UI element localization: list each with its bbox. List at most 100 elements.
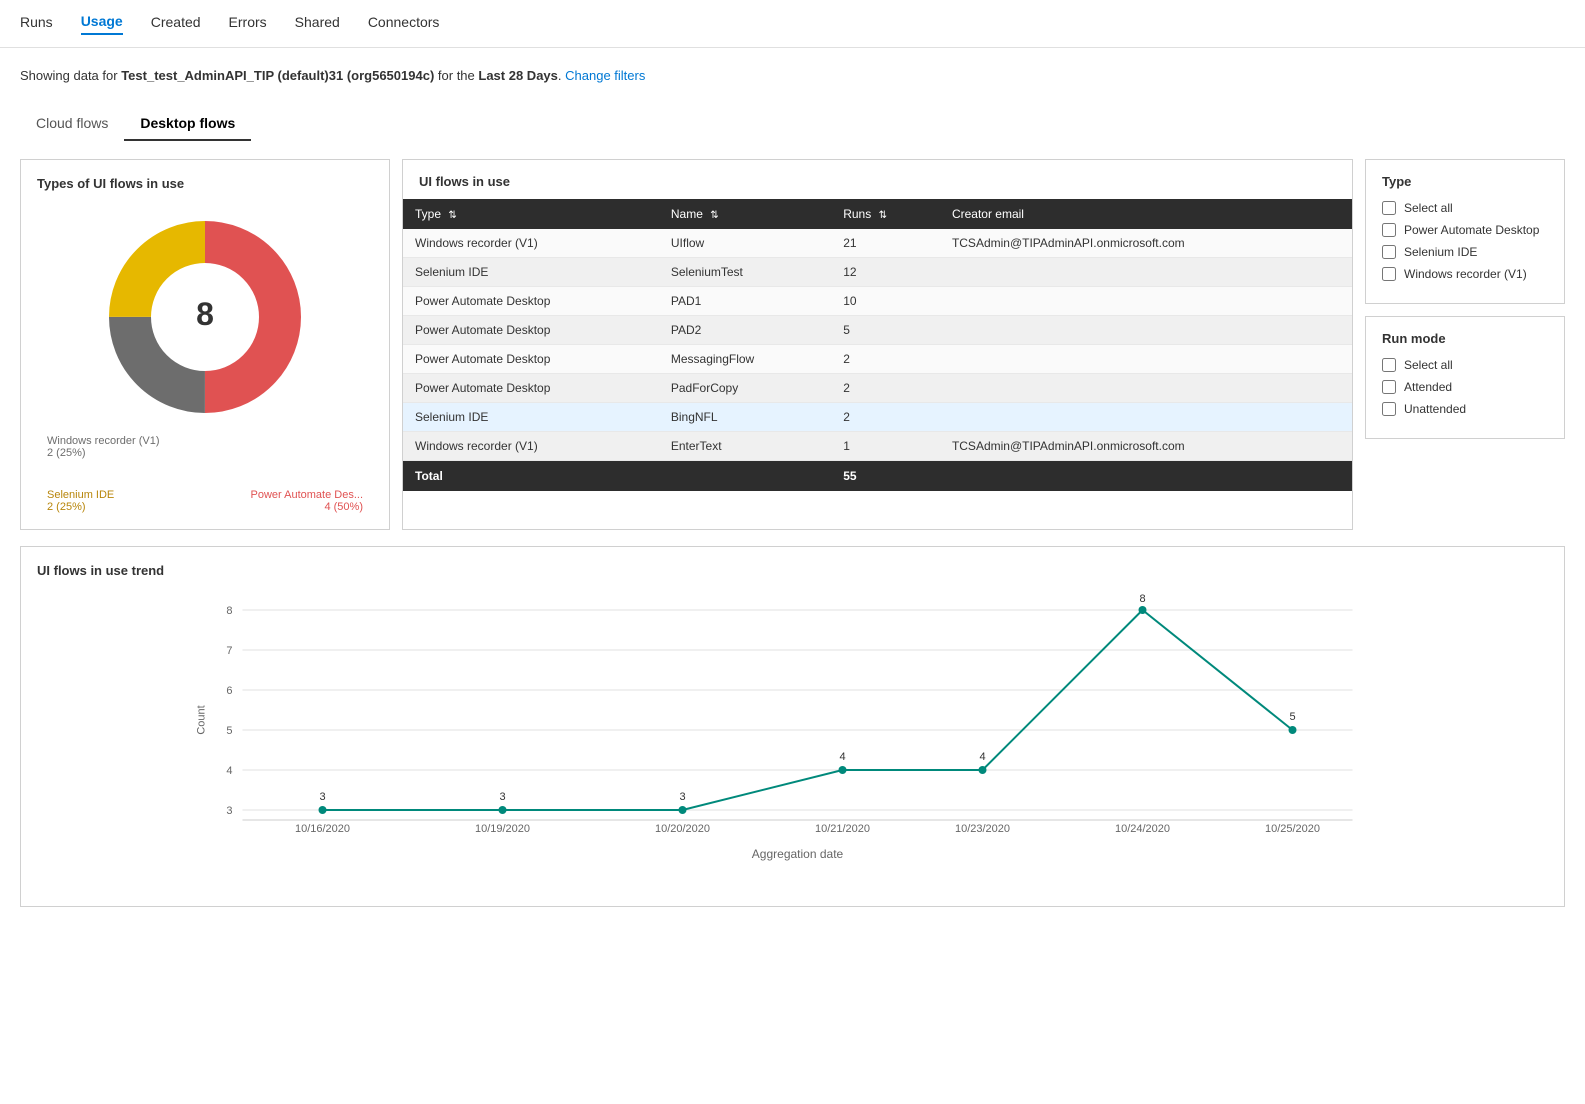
- table-row: Selenium IDESeleniumTest12: [403, 258, 1352, 287]
- nav-item-connectors[interactable]: Connectors: [368, 14, 440, 34]
- total-empty1: [659, 461, 831, 492]
- runmode-filter-panel: Run mode Select all Attended Unattended: [1365, 316, 1565, 439]
- showing-info: Showing data for Test_test_AdminAPI_TIP …: [20, 68, 1565, 83]
- type-filter-checkbox-3[interactable]: [1382, 267, 1396, 281]
- page-content: Showing data for Test_test_AdminAPI_TIP …: [0, 48, 1585, 927]
- cell-email-5: [940, 374, 1352, 403]
- nav-item-runs[interactable]: Runs: [20, 14, 53, 34]
- legend-pad-value: 4 (50%): [324, 501, 363, 513]
- showing-prefix: Showing data for: [20, 68, 118, 83]
- x-label-1023: 10/23/2020: [955, 823, 1010, 835]
- nav-item-shared[interactable]: Shared: [295, 14, 340, 34]
- y-label-5: 5: [226, 725, 232, 737]
- donut-center-value: 8: [196, 296, 214, 332]
- y-label-3: 3: [226, 805, 232, 817]
- total-value: 55: [831, 461, 940, 492]
- trend-chart: 8 7 6 5 4 3 Count: [37, 590, 1548, 880]
- col-name[interactable]: Name ⇅: [659, 199, 831, 229]
- cell-type-0: Windows recorder (V1): [403, 229, 659, 258]
- flow-tab-desktop-flows[interactable]: Desktop flows: [124, 107, 251, 141]
- legend-windows-label: Windows recorder (V1): [47, 435, 159, 447]
- table-panel: UI flows in use Type ⇅ Name ⇅ Runs ⇅ Cre…: [402, 159, 1353, 530]
- x-label-1019: 10/19/2020: [475, 823, 530, 835]
- col-type[interactable]: Type ⇅: [403, 199, 659, 229]
- y-label-4: 4: [226, 765, 232, 777]
- x-axis-label: Aggregation date: [752, 847, 844, 861]
- runmode-filter-item-1[interactable]: Attended: [1382, 380, 1548, 394]
- type-filter-item-1[interactable]: Power Automate Desktop: [1382, 223, 1548, 237]
- runmode-filter-item-0[interactable]: Select all: [1382, 358, 1548, 372]
- donut-panel: Types of UI flows in use 8: [20, 159, 390, 530]
- type-filter-label-3: Windows recorder (V1): [1404, 267, 1527, 281]
- legend-item-pad: Power Automate Des... 4 (50%): [251, 489, 364, 513]
- cell-runs-6: 2: [831, 403, 940, 432]
- change-filters-link[interactable]: Change filters: [565, 68, 645, 83]
- chart-area: 8 7 6 5 4 3 Count: [37, 590, 1548, 890]
- runmode-filter-items: Select all Attended Unattended: [1382, 358, 1548, 416]
- nav-item-created[interactable]: Created: [151, 14, 201, 34]
- flow-tab-cloud-flows[interactable]: Cloud flows: [20, 107, 124, 141]
- cell-email-0: TCSAdmin@TIPAdminAPI.onmicrosoft.com: [940, 229, 1352, 258]
- showing-org: Test_test_AdminAPI_TIP (default)31 (org5…: [121, 68, 434, 83]
- cell-type-4: Power Automate Desktop: [403, 345, 659, 374]
- runmode-filter-checkbox-0[interactable]: [1382, 358, 1396, 372]
- table-row: Power Automate DesktopPAD25: [403, 316, 1352, 345]
- type-filter-checkbox-0[interactable]: [1382, 201, 1396, 215]
- y-axis-label: Count: [196, 705, 208, 734]
- cell-type-2: Power Automate Desktop: [403, 287, 659, 316]
- cell-type-1: Selenium IDE: [403, 258, 659, 287]
- table-row: Windows recorder (V1)EnterText1TCSAdmin@…: [403, 432, 1352, 461]
- val-1025: 5: [1289, 711, 1295, 723]
- point-1025: [1289, 726, 1297, 734]
- nav-item-usage[interactable]: Usage: [81, 13, 123, 35]
- type-filter-item-0[interactable]: Select all: [1382, 201, 1548, 215]
- legend-selenium-label: Selenium IDE: [47, 489, 114, 501]
- showing-middle: for the: [438, 68, 475, 83]
- point-1020: [679, 806, 687, 814]
- cell-name-1: SeleniumTest: [659, 258, 831, 287]
- runmode-filter-item-2[interactable]: Unattended: [1382, 402, 1548, 416]
- val-1021: 4: [839, 751, 845, 763]
- table-body: Windows recorder (V1)UIflow21TCSAdmin@TI…: [403, 229, 1352, 461]
- type-filter-checkbox-2[interactable]: [1382, 245, 1396, 259]
- main-panels-row: Types of UI flows in use 8: [20, 159, 1565, 530]
- cell-runs-3: 5: [831, 316, 940, 345]
- runmode-filter-title: Run mode: [1382, 331, 1548, 346]
- type-filter-item-2[interactable]: Selenium IDE: [1382, 245, 1548, 259]
- table-row: Power Automate DesktopPAD110: [403, 287, 1352, 316]
- type-filter-label-2: Selenium IDE: [1404, 245, 1477, 259]
- type-filter-items: Select all Power Automate Desktop Selenium…: [1382, 201, 1548, 281]
- table-row: Power Automate DesktopPadForCopy2: [403, 374, 1352, 403]
- val-1024: 8: [1139, 593, 1145, 605]
- point-1016: [319, 806, 327, 814]
- table-footer: Total 55: [403, 461, 1352, 492]
- col-runs[interactable]: Runs ⇅: [831, 199, 940, 229]
- type-filter-item-3[interactable]: Windows recorder (V1): [1382, 267, 1548, 281]
- legend-row2: Selenium IDE 2 (25%) Power Automate Des.…: [37, 489, 373, 513]
- nav-item-errors[interactable]: Errors: [229, 14, 267, 34]
- cell-email-6: [940, 403, 1352, 432]
- legend-item-windows: Windows recorder (V1) 2 (25%): [47, 435, 159, 459]
- table-panel-title: UI flows in use: [403, 160, 1352, 199]
- filter-panels: Type Select allPower Automate DesktopSel…: [1365, 159, 1565, 530]
- donut-container: 8 Windows recorder (V1) 2 (25%) Selenium…: [37, 207, 373, 513]
- runmode-filter-checkbox-2[interactable]: [1382, 402, 1396, 416]
- y-label-6: 6: [226, 685, 232, 697]
- type-filter-checkbox-1[interactable]: [1382, 223, 1396, 237]
- cell-name-6: BingNFL: [659, 403, 831, 432]
- y-label-8: 8: [226, 605, 232, 617]
- cell-runs-1: 12: [831, 258, 940, 287]
- table-header: Type ⇅ Name ⇅ Runs ⇅ Creator email: [403, 199, 1352, 229]
- val-1020: 3: [679, 791, 685, 803]
- cell-name-2: PAD1: [659, 287, 831, 316]
- cell-name-7: EnterText: [659, 432, 831, 461]
- runmode-filter-checkbox-1[interactable]: [1382, 380, 1396, 394]
- cell-type-3: Power Automate Desktop: [403, 316, 659, 345]
- legend-row1: Windows recorder (V1) 2 (25%): [37, 435, 373, 459]
- legend-selenium-value: 2 (25%): [47, 501, 86, 513]
- x-label-1025: 10/25/2020: [1265, 823, 1320, 835]
- cell-email-4: [940, 345, 1352, 374]
- donut-legend: Windows recorder (V1) 2 (25%) Selenium I…: [37, 435, 373, 513]
- cell-name-5: PadForCopy: [659, 374, 831, 403]
- x-label-1016: 10/16/2020: [295, 823, 350, 835]
